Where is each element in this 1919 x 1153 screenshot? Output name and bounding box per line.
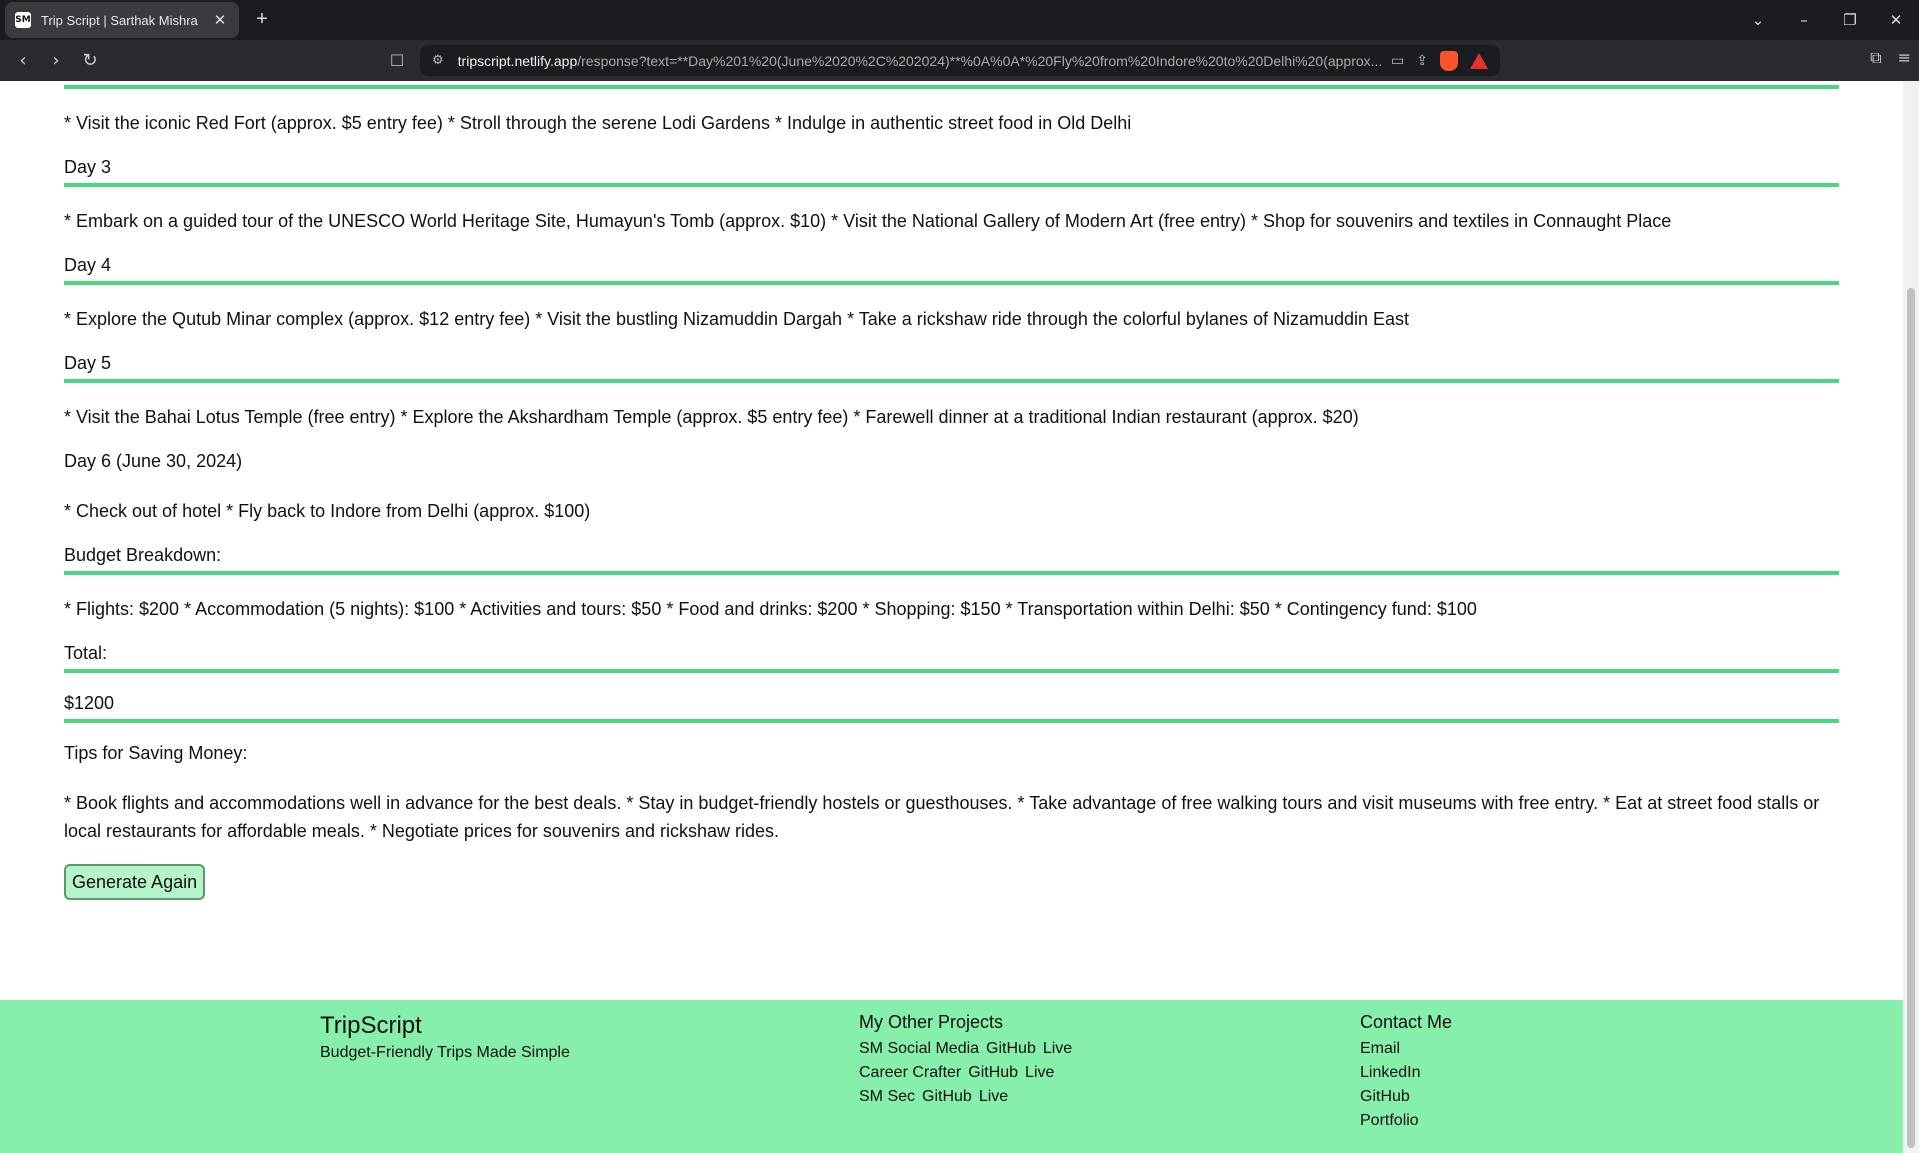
restore-icon[interactable]: ❐ [1827, 11, 1873, 29]
projects-title: My Other Projects [859, 1012, 1004, 1032]
page-scrollbar[interactable] [1903, 81, 1919, 1153]
browser-tab-bar: SM Trip Script | Sarthak Mishra ✕ + ⌄ – … [0, 0, 1919, 40]
brave-shields-icon[interactable] [1440, 50, 1458, 71]
forward-arrow-icon[interactable]: › [43, 48, 69, 74]
back-arrow-icon[interactable]: ‹ [10, 48, 36, 74]
contact-github-link[interactable]: GitHub [1360, 1085, 1452, 1109]
url-path: /response?text=**Day%201%20(June%2020%2C… [577, 52, 1382, 69]
project-row: Career Crafter GitHub Live [859, 1061, 1079, 1085]
browser-tab[interactable]: SM Trip Script | Sarthak Mishra ✕ [5, 2, 239, 38]
window-controls: ⌄ – ❐ ✕ [1735, 0, 1919, 40]
project-github-link[interactable]: GitHub [922, 1088, 972, 1105]
day6-heading: Day 6 (June 30, 2024) [64, 451, 243, 471]
footer-brand-title: TripScript [320, 1012, 422, 1039]
footer-tagline: Budget-Friendly Trips Made Simple [320, 1044, 570, 1061]
minimize-icon[interactable]: – [1781, 11, 1827, 29]
budget-heading: Budget Breakdown: [64, 545, 1839, 575]
total-heading: Total: [64, 643, 1839, 673]
tips-items: * Book flights and accommodations well i… [64, 793, 1820, 841]
day6-items: * Check out of hotel * Fly back to Indor… [64, 501, 591, 521]
bookmark-icon[interactable]: ☐ [386, 48, 408, 74]
project-row: SM Social Media GitHub Live [859, 1037, 1079, 1061]
project-github-link[interactable]: GitHub [968, 1064, 1018, 1081]
project-name[interactable]: SM Sec [859, 1088, 915, 1105]
day5-items: * Visit the Bahai Lotus Temple (free ent… [64, 407, 1359, 427]
itinerary-content: * Visit the iconic Red Fort (approx. $5 … [64, 81, 1839, 845]
day2-heading-rule [64, 81, 1839, 89]
day3-items: * Embark on a guided tour of the UNESCO … [64, 211, 1672, 231]
contact-linkedin-link[interactable]: LinkedIn [1360, 1061, 1452, 1085]
day3-heading: Day 3 [64, 157, 1839, 187]
project-name[interactable]: Career Crafter [859, 1064, 961, 1081]
contact-email-link[interactable]: Email [1360, 1037, 1452, 1061]
tab-title: Trip Script | Sarthak Mishra [41, 12, 198, 28]
brave-rewards-icon[interactable] [1470, 52, 1488, 69]
reload-icon[interactable]: ↻ [77, 48, 103, 74]
tab-list-chevron-icon[interactable]: ⌄ [1735, 11, 1781, 29]
generate-again-button[interactable]: Generate Again [64, 864, 206, 900]
day4-items: * Explore the Qutub Minar complex (appro… [64, 309, 1410, 329]
site-settings-icon[interactable]: ⚙ [432, 53, 444, 68]
day4-heading: Day 4 [64, 255, 1839, 285]
footer-brand: TripScript Budget-Friendly Trips Made Si… [320, 1012, 570, 1062]
budget-items: * Flights: $200 * Accommodation (5 night… [64, 599, 1477, 619]
extensions-icon[interactable]: ⧉ [1870, 48, 1881, 68]
site-favicon-icon: SM [15, 12, 31, 28]
day2-items: * Visit the iconic Red Fort (approx. $5 … [64, 113, 1132, 133]
contact-title: Contact Me [1360, 1012, 1453, 1032]
day5-heading: Day 5 [64, 353, 1839, 383]
browser-toolbar: ‹ › ↻ ☐ ⚙ tripscript.netlify.app/respons… [0, 40, 1919, 81]
address-bar[interactable]: ⚙ tripscript.netlify.app/response?text=*… [420, 45, 1500, 76]
footer-projects: My Other Projects SM Social Media GitHub L… [859, 1012, 1079, 1109]
new-tab-plus-icon[interactable]: + [250, 8, 274, 32]
site-footer: TripScript Budget-Friendly Trips Made Si… [0, 1000, 1903, 1153]
footer-contact: Contact Me Email LinkedIn GitHub Portfol… [1360, 1012, 1452, 1133]
contact-portfolio-link[interactable]: Portfolio [1360, 1109, 1452, 1133]
project-live-link[interactable]: Live [1043, 1040, 1072, 1057]
project-name[interactable]: SM Social Media [859, 1040, 979, 1057]
project-github-link[interactable]: GitHub [986, 1040, 1036, 1057]
page-viewport: * Visit the iconic Red Fort (approx. $5 … [0, 81, 1903, 1153]
scrollbar-thumb[interactable] [1907, 288, 1915, 1148]
total-value: $1200 [64, 693, 1839, 723]
project-live-link[interactable]: Live [979, 1088, 1008, 1105]
project-live-link[interactable]: Live [1025, 1064, 1054, 1081]
cast-icon[interactable]: ▭ [1391, 53, 1404, 69]
project-row: SM Sec GitHub Live [859, 1085, 1079, 1109]
tab-close-icon[interactable]: ✕ [211, 11, 229, 29]
menu-icon[interactable]: ≡ [1898, 48, 1911, 68]
share-icon[interactable]: ⇪ [1416, 53, 1428, 69]
url-domain: tripscript.netlify.app [457, 52, 578, 69]
tips-heading: Tips for Saving Money: [64, 743, 248, 763]
window-close-icon[interactable]: ✕ [1873, 11, 1919, 29]
url-text[interactable]: tripscript.netlify.app/response?text=**D… [458, 53, 1381, 69]
